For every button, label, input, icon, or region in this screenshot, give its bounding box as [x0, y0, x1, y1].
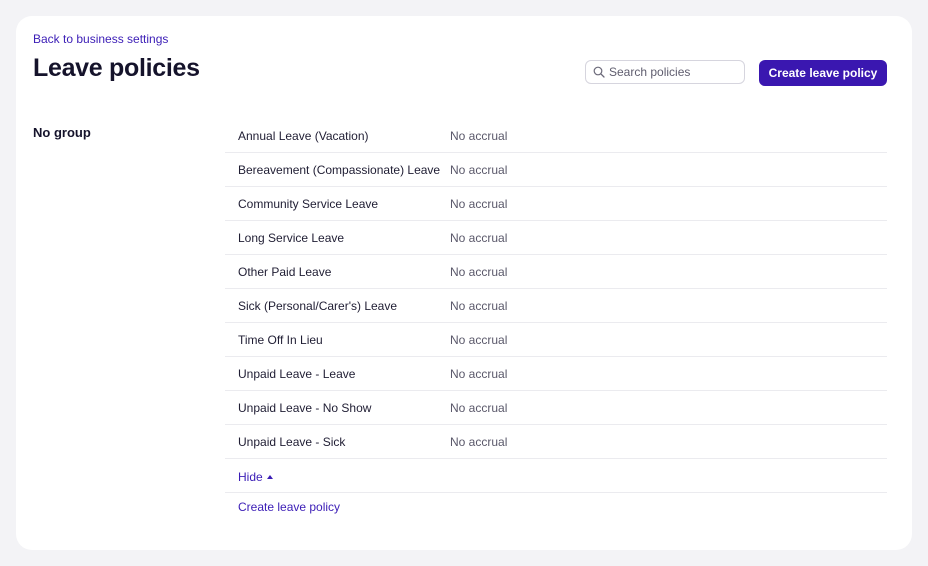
policy-row[interactable]: Sick (Personal/Carer's) Leave No accrual: [225, 289, 887, 323]
policy-name: Annual Leave (Vacation): [238, 129, 369, 143]
policy-name: Unpaid Leave - No Show: [238, 401, 372, 415]
search-icon: [593, 66, 605, 78]
policy-row[interactable]: Bereavement (Compassionate) Leave No acc…: [225, 153, 887, 187]
policy-row[interactable]: Other Paid Leave No accrual: [225, 255, 887, 289]
policy-accrual: No accrual: [450, 435, 508, 449]
policy-name: Long Service Leave: [238, 231, 345, 245]
policy-name: Bereavement (Compassionate) Leave: [238, 163, 441, 177]
policy-accrual: No accrual: [450, 265, 508, 279]
search-box[interactable]: [585, 60, 745, 84]
search-input[interactable]: [609, 65, 729, 79]
create-leave-policy-link[interactable]: Create leave policy: [238, 500, 340, 514]
policy-name: Time Off In Lieu: [238, 333, 323, 347]
policy-row[interactable]: Unpaid Leave - Sick No accrual: [225, 425, 887, 459]
policy-name: Sick (Personal/Carer's) Leave: [238, 299, 398, 313]
policy-name: Unpaid Leave - Sick: [238, 435, 346, 449]
policy-accrual: No accrual: [450, 401, 508, 415]
policy-name: Community Service Leave: [238, 197, 379, 211]
policy-name: Unpaid Leave - Leave: [238, 367, 356, 381]
policy-row[interactable]: Unpaid Leave - No Show No accrual: [225, 391, 887, 425]
policy-row[interactable]: Long Service Leave No accrual: [225, 221, 887, 255]
page-title: Leave policies: [33, 54, 200, 82]
back-to-business-settings-link[interactable]: Back to business settings: [33, 32, 168, 46]
policy-accrual: No accrual: [450, 129, 508, 143]
policy-accrual: No accrual: [450, 231, 508, 245]
policy-row[interactable]: Community Service Leave No accrual: [225, 187, 887, 221]
caret-up-icon: [266, 474, 273, 479]
policy-row[interactable]: Annual Leave (Vacation) No accrual: [225, 119, 887, 153]
policy-name: Other Paid Leave: [238, 265, 332, 279]
policy-row[interactable]: Unpaid Leave - Leave No accrual: [225, 357, 887, 391]
group-name: No group: [33, 125, 91, 140]
policy-row[interactable]: Time Off In Lieu No accrual: [225, 323, 887, 357]
main-card: Back to business settings Leave policies…: [16, 16, 912, 550]
hide-row: Hide: [225, 459, 887, 493]
policy-accrual: No accrual: [450, 299, 508, 313]
hide-label: Hide: [238, 470, 263, 484]
policy-accrual: No accrual: [450, 197, 508, 211]
create-leave-policy-button[interactable]: Create leave policy: [759, 60, 887, 86]
policy-accrual: No accrual: [450, 163, 508, 177]
policy-accrual: No accrual: [450, 367, 508, 381]
policy-accrual: No accrual: [450, 333, 508, 347]
hide-toggle[interactable]: Hide: [238, 470, 273, 484]
policy-list: Annual Leave (Vacation) No accrual Berea…: [225, 119, 887, 493]
